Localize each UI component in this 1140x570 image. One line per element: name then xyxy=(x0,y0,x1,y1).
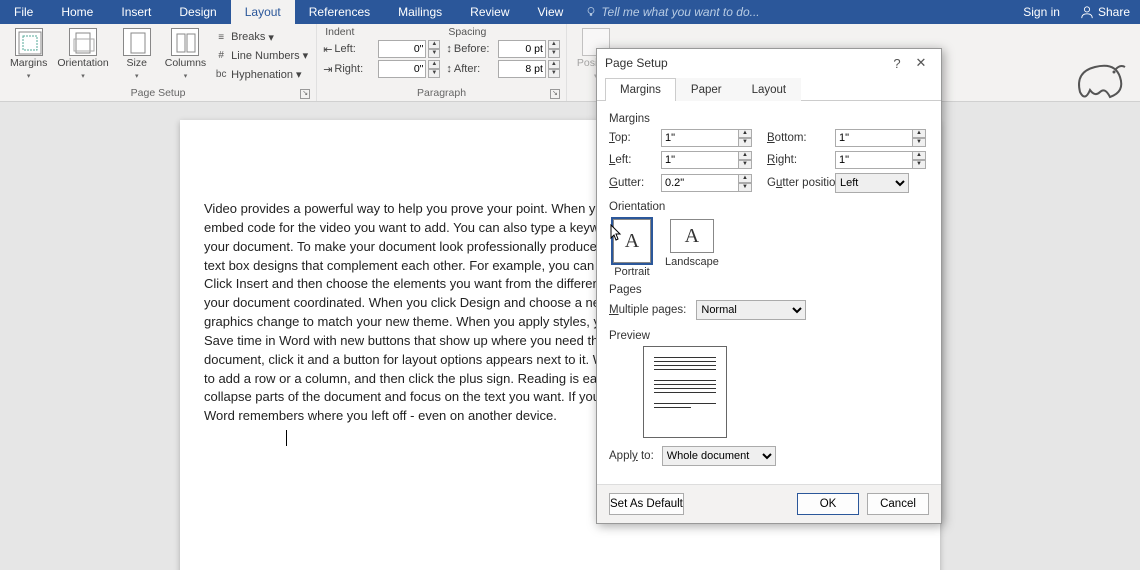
indent-right-input[interactable] xyxy=(378,60,426,78)
select-apply-to[interactable]: Whole document xyxy=(662,446,776,466)
page-setup-launcher[interactable]: ↘ xyxy=(300,89,310,99)
document-area[interactable]: Video provides a powerful way to help yo… xyxy=(0,102,1140,570)
cancel-button[interactable]: Cancel xyxy=(867,493,929,515)
indent-right-icon: ⇥ xyxy=(323,63,332,76)
breaks-icon: ≡ xyxy=(214,31,228,43)
group-label-paragraph: Paragraph xyxy=(417,87,466,99)
breaks-button[interactable]: ≡Breaks▾ xyxy=(212,30,310,45)
columns-icon xyxy=(171,28,199,56)
label-apply-to: Apply to: xyxy=(609,450,654,462)
set-as-default-button[interactable]: Set As Default xyxy=(609,493,684,515)
line-numbers-icon: # xyxy=(214,50,228,62)
dialog-tab-layout[interactable]: Layout xyxy=(737,78,802,101)
label-gutter-pos: Gutter position: xyxy=(757,177,835,189)
label-gutter: Gutter: xyxy=(609,177,661,189)
tab-references[interactable]: References xyxy=(295,0,384,24)
columns-button[interactable]: Columns▾ xyxy=(161,26,210,86)
hyphenation-icon: bc xyxy=(214,69,228,81)
group-page-setup: Margins▾ Orientation▾ Size▾ Columns▾ ≡Br… xyxy=(0,24,317,101)
line-numbers-button[interactable]: #Line Numbers▾ xyxy=(212,48,310,63)
preview-section-heading: Preview xyxy=(609,330,929,342)
margins-button[interactable]: Margins▾ xyxy=(6,26,51,86)
portrait-page-icon: A xyxy=(625,230,639,253)
preview-thumbnail xyxy=(643,346,727,438)
dialog-titlebar[interactable]: Page Setup ? ✕ xyxy=(597,49,941,77)
orientation-button[interactable]: Orientation▾ xyxy=(53,26,112,86)
dialog-help-button[interactable]: ? xyxy=(885,56,909,71)
margins-section-heading: Margins xyxy=(609,113,929,125)
sign-in-button[interactable]: Sign in xyxy=(1013,5,1070,19)
spinner-top[interactable]: ▲▼ xyxy=(738,129,752,147)
input-left[interactable] xyxy=(661,151,739,169)
spinner-right[interactable]: ▲▼ xyxy=(912,151,926,169)
page-setup-dialog: Page Setup ? ✕ Margins Paper Layout Marg… xyxy=(596,48,942,524)
tab-mailings[interactable]: Mailings xyxy=(384,0,456,24)
input-top[interactable] xyxy=(661,129,739,147)
space-after-spinner[interactable]: ▲▼ xyxy=(548,60,560,78)
space-after-input[interactable] xyxy=(498,60,546,78)
orientation-landscape[interactable]: A Landscape xyxy=(665,219,719,278)
indent-right-spinner[interactable]: ▲▼ xyxy=(428,60,440,78)
ok-button[interactable]: OK xyxy=(797,493,859,515)
share-button[interactable]: Share xyxy=(1070,5,1140,19)
group-label-page-setup: Page Setup xyxy=(131,87,186,99)
text-caret xyxy=(286,430,287,446)
ribbon: Margins▾ Orientation▾ Size▾ Columns▾ ≡Br… xyxy=(0,24,1140,102)
label-multiple-pages: Multiple pages: xyxy=(609,304,686,316)
dialog-tab-margins[interactable]: Margins xyxy=(605,78,676,101)
landscape-page-icon: A xyxy=(685,225,699,248)
paragraph-launcher[interactable]: ↘ xyxy=(550,89,560,99)
dialog-tabs: Margins Paper Layout xyxy=(597,77,941,101)
pages-section-heading: Pages xyxy=(609,284,929,296)
space-before-spinner[interactable]: ▲▼ xyxy=(548,40,560,58)
orientation-section-heading: Orientation xyxy=(609,201,929,213)
mouse-cursor-icon xyxy=(610,224,624,242)
label-right: Right: xyxy=(757,154,835,166)
label-bottom: Bottom: xyxy=(757,132,835,144)
spinner-bottom[interactable]: ▲▼ xyxy=(912,129,926,147)
margins-icon xyxy=(15,28,43,56)
space-before-input[interactable] xyxy=(498,40,546,58)
select-multiple-pages[interactable]: Normal xyxy=(696,300,806,320)
indent-heading: Indent xyxy=(323,26,440,38)
select-gutter-pos[interactable]: Left xyxy=(835,173,909,193)
orientation-icon xyxy=(69,28,97,56)
indent-left-spinner[interactable]: ▲▼ xyxy=(428,40,440,58)
spinner-left[interactable]: ▲▼ xyxy=(738,151,752,169)
tab-view[interactable]: View xyxy=(524,0,578,24)
spacing-heading: Spacing xyxy=(446,26,560,38)
indent-left-input[interactable] xyxy=(378,40,426,58)
tab-file[interactable]: File xyxy=(0,0,47,24)
tab-insert[interactable]: Insert xyxy=(107,0,165,24)
size-icon xyxy=(123,28,151,56)
tab-layout[interactable]: Layout xyxy=(231,0,295,24)
hyphenation-button[interactable]: bcHyphenation▾ xyxy=(212,67,310,82)
dialog-close-button[interactable]: ✕ xyxy=(909,55,933,71)
menu-bar: File Home Insert Design Layout Reference… xyxy=(0,0,1140,24)
dialog-title-text: Page Setup xyxy=(605,56,885,70)
tab-home[interactable]: Home xyxy=(47,0,107,24)
input-right[interactable] xyxy=(835,151,913,169)
indent-left-icon: ⇤ xyxy=(323,43,332,56)
label-top: Top: xyxy=(609,132,661,144)
lightbulb-icon xyxy=(585,6,597,18)
dialog-tab-paper[interactable]: Paper xyxy=(676,78,737,101)
group-paragraph: Indent ⇤Left:▲▼ ⇥Right:▲▼ Spacing ↕Befor… xyxy=(317,24,567,101)
spinner-gutter[interactable]: ▲▼ xyxy=(738,174,752,192)
space-before-icon: ↕ xyxy=(446,43,452,55)
tab-design[interactable]: Design xyxy=(165,0,230,24)
input-bottom[interactable] xyxy=(835,129,913,147)
person-icon xyxy=(1080,5,1094,19)
space-after-icon: ↕ xyxy=(446,63,452,75)
tab-review[interactable]: Review xyxy=(456,0,523,24)
input-gutter[interactable] xyxy=(661,174,739,192)
size-button[interactable]: Size▾ xyxy=(115,26,159,86)
tell-me-search[interactable]: Tell me what you want to do... xyxy=(585,5,759,19)
label-left: Left: xyxy=(609,154,661,166)
